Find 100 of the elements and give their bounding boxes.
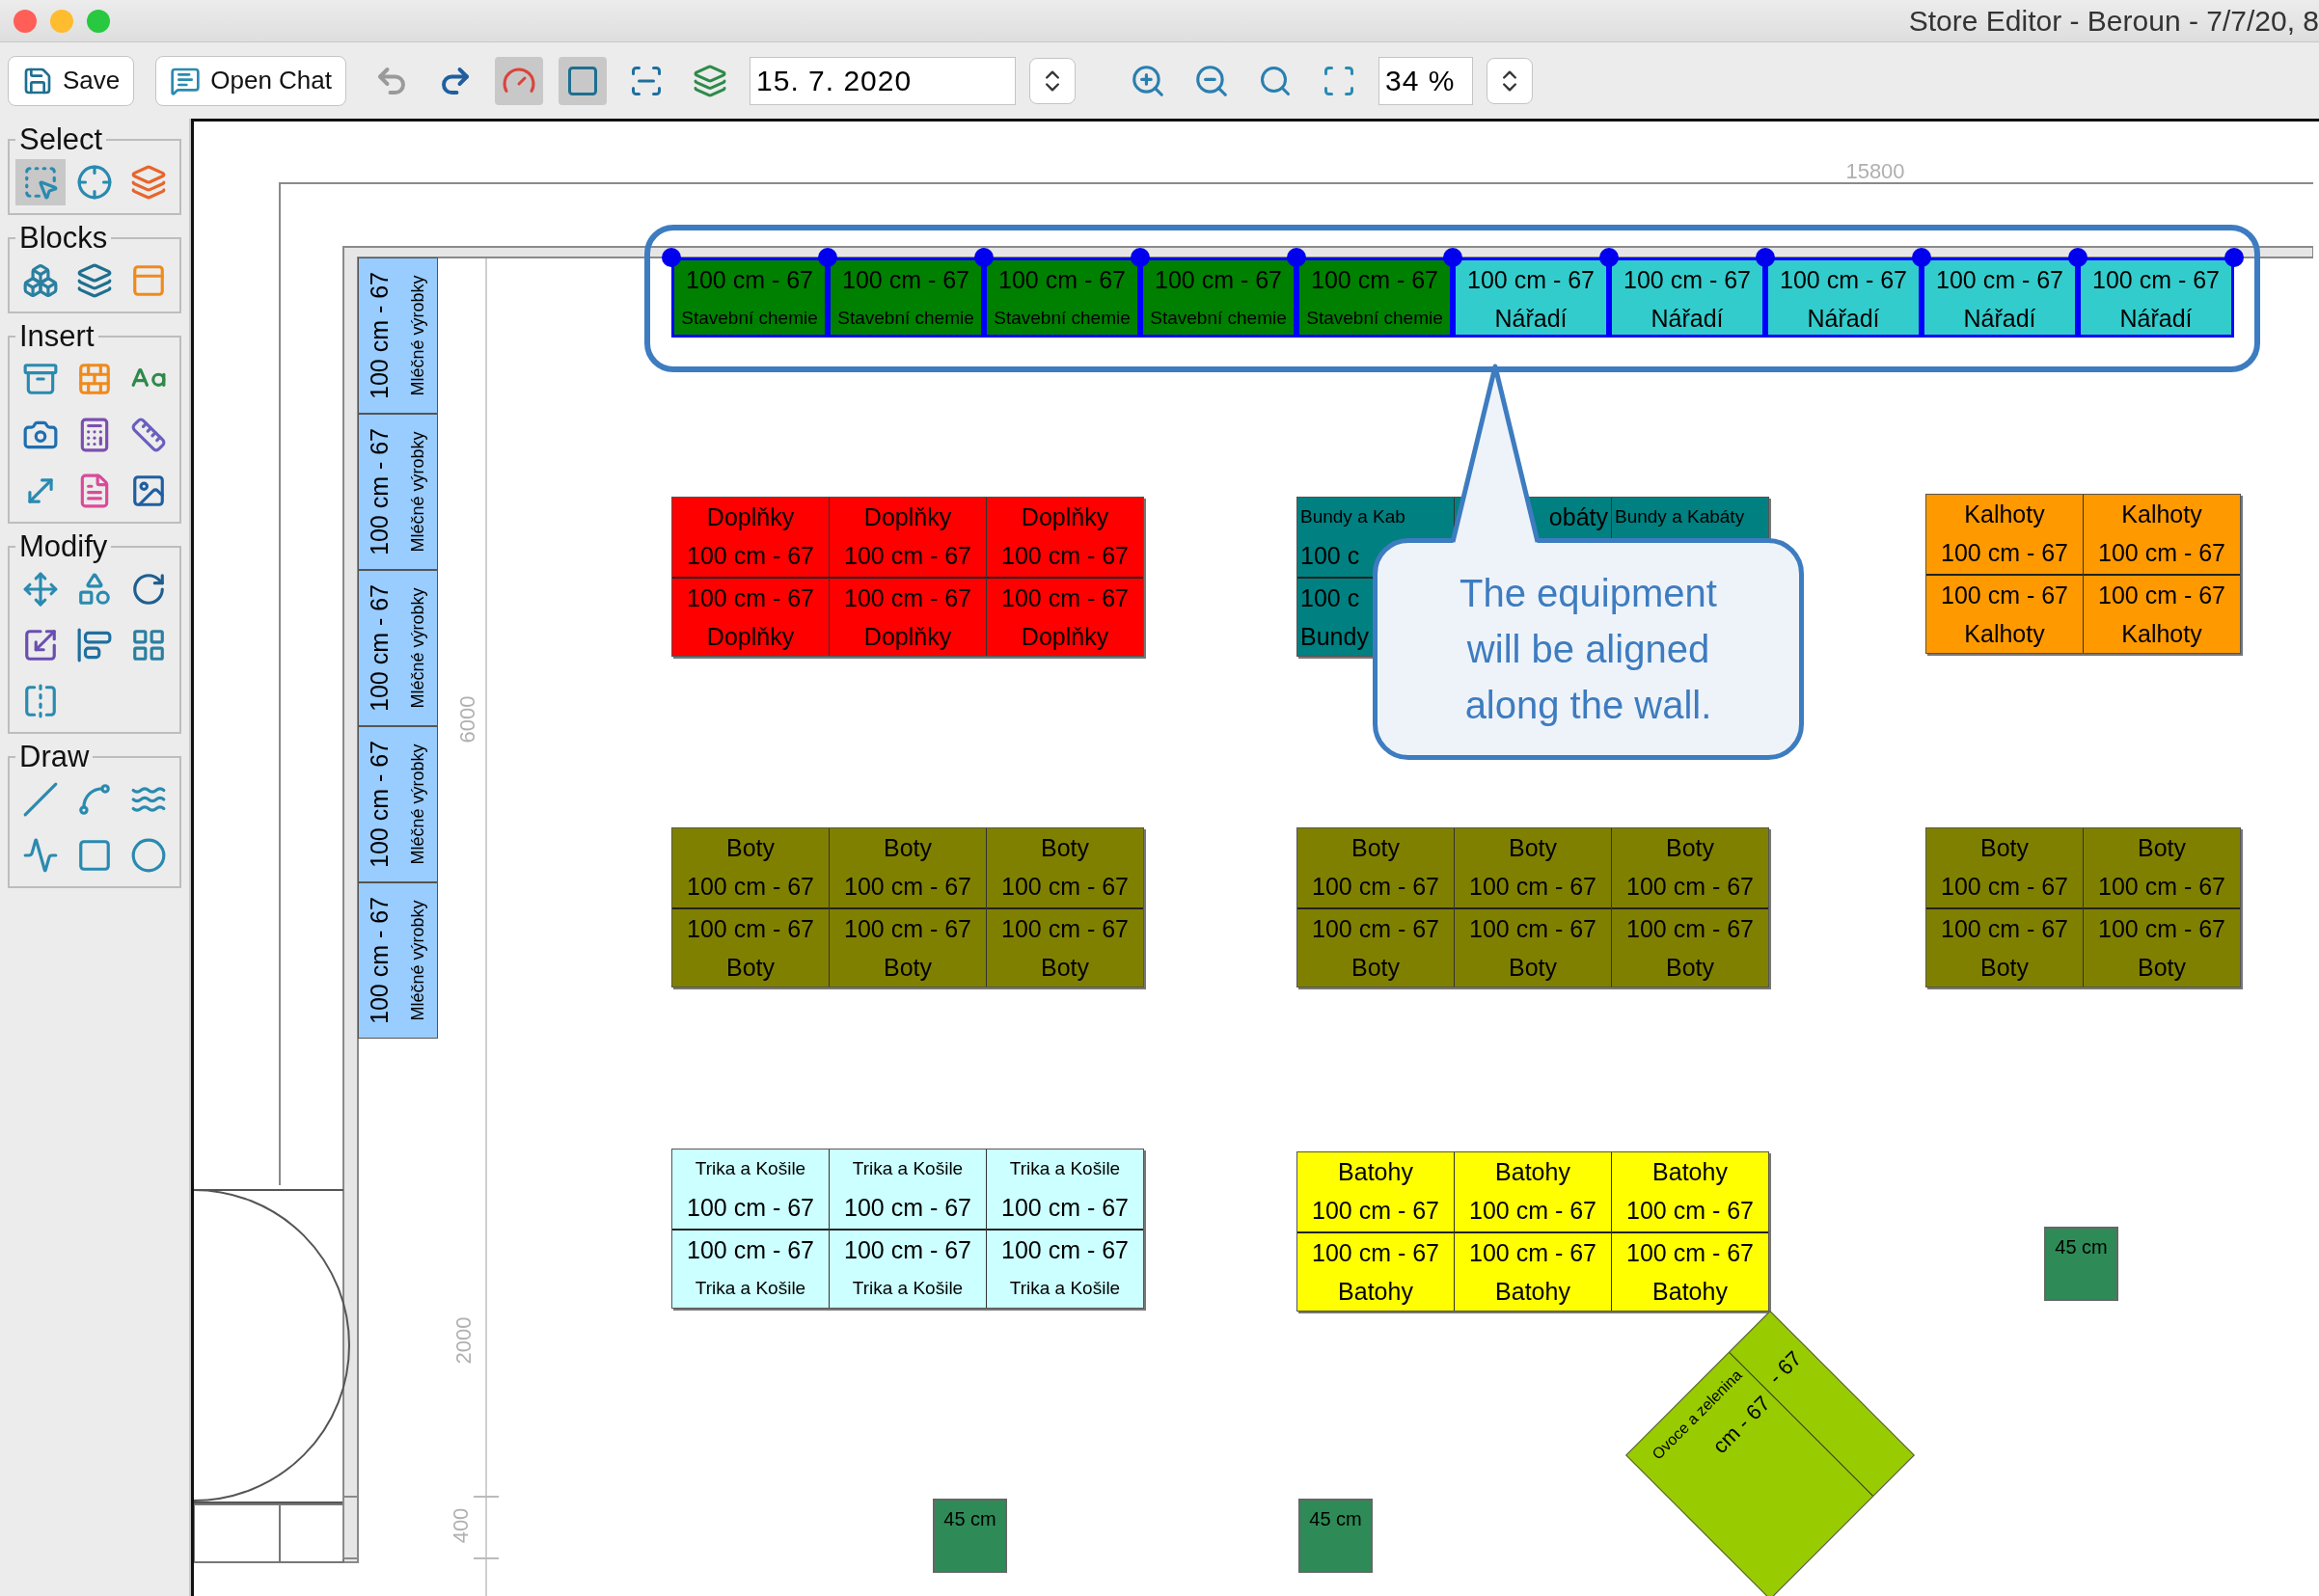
fixture-label: 100 cm - 67	[1940, 581, 2069, 610]
fixture-label: 100 cm - 67	[1000, 914, 1130, 944]
fixture-label: Trika a Košile	[1008, 1277, 1122, 1300]
fixture-label: 100 cm - 67	[1625, 914, 1755, 944]
zoom-spinner[interactable]	[1487, 57, 1533, 104]
fixture-label: Kalhoty	[2120, 500, 2203, 529]
shelf-group[interactable]: Batohy 100 cm - 67 100 cm - 67 Batohy Batohy 100 cm - 67 100 cm - 67 Batohy Batohy 100 cm - 67 100 cm - 67 Batohy	[1296, 1151, 1769, 1312]
shelf-fixture[interactable]: 100 cm - 67 Stavební chemie	[828, 257, 984, 338]
fixture-label: 100 cm - 67	[1779, 265, 1908, 295]
shelf-group[interactable]: Doplňky 100 cm - 67 100 cm - 67 Doplňky Doplňky 100 cm - 67 100 cm - 67 Doplňky Doplňky 100 cm - 67 100 cm - 67 Doplňky	[671, 497, 1144, 657]
fixture-label: 100 cm - 67	[1625, 872, 1755, 902]
shelf-group[interactable]: Kalhoty 100 cm - 67 100 cm - 67 Kalhoty Kalhoty 100 cm - 67 100 cm - 67 Kalhoty	[1925, 494, 2241, 654]
shelf-fixture[interactable]: 100 cm - 67 Stavební chemie	[671, 257, 828, 338]
fixture-label: 100 cm - 67	[1000, 541, 1130, 571]
fixture-label: 100 cm - 67	[843, 1235, 972, 1265]
cabinet-icon	[22, 361, 59, 397]
fixture-label: Trika a Košile	[851, 1157, 965, 1180]
date-spinner[interactable]	[1029, 57, 1076, 104]
shelf-fixture[interactable]: 100 cm - 67 Nářadí	[1609, 257, 1765, 338]
fixture-label: 100 cm - 67	[686, 914, 815, 944]
fixture-label: 100 cm - 67	[1625, 1196, 1755, 1226]
fixture-label: 100 cm - 67	[1310, 265, 1439, 295]
fixture-label: Doplňky	[862, 622, 953, 652]
fixture-label: 100 cm - 67	[1468, 914, 1597, 944]
fixture-label: 100 cm - 67	[843, 914, 972, 944]
fixture-label: 100 cm - 67	[1940, 914, 2069, 944]
date-field[interactable]: 15. 7. 2020	[750, 56, 1016, 105]
fixture-label: 100 cm - 67	[686, 1193, 815, 1223]
open-chat-button[interactable]: Open Chat	[155, 55, 346, 106]
select-cursor-icon	[22, 164, 59, 201]
shelf-fixture[interactable]: 100 cm - 67 Stavební chemie	[1296, 257, 1453, 338]
fixture-label: obáty	[1547, 502, 1609, 532]
fixture-label: 100 cm - 67	[2097, 538, 2226, 568]
shelf-fixture[interactable]: 100 cm - 67 Mléčné výrobky	[358, 414, 438, 570]
shelf-fixture[interactable]: 100 cm - 67 Nářadí	[1922, 257, 2078, 338]
fixture-label: - 67	[1762, 1344, 1808, 1392]
fixture-label: Boty	[1350, 833, 1401, 863]
dimension-label: 6000	[455, 695, 480, 744]
shelf-fixture[interactable]: 100 cm - 67 Nářadí	[1453, 257, 1609, 338]
fixture-label: 100 cm - 67	[1940, 872, 2069, 902]
dimension-label: 400	[449, 1507, 474, 1544]
shelf-group[interactable]: Boty 100 cm - 67 100 cm - 67 Boty Boty 100 cm - 67 100 cm - 67 Boty Boty 100 cm - 67 100 cm - 67 Boty	[671, 827, 1144, 987]
tool-button[interactable]	[15, 159, 66, 205]
fixture-label: Boty	[1979, 953, 2030, 983]
fixture-label: Batohy	[1651, 1277, 1729, 1307]
fixture-label: 100 cm - 67	[364, 740, 394, 870]
fixture-label: 100 cm - 67	[1940, 538, 2069, 568]
fixture-label: Batohy	[1494, 1157, 1571, 1187]
fixture-label: 100 c	[1299, 583, 1361, 613]
shelf-group[interactable]: Trika a Košile 100 cm - 67 100 cm - 67 Trika a Košile Trika a Košile 100 cm - 67 100 cm - 67 Trika a Košile Trika a Košile 100 cm - 67 100 cm - 67 Trika a Košile	[671, 1149, 1144, 1309]
fixture-label: Boty	[1665, 833, 1715, 863]
shelf-group[interactable]: Boty 100 cm - 67 100 cm - 67 Boty Boty 100 cm - 67 100 cm - 67 Boty	[1925, 827, 2241, 987]
shelf-fixture[interactable]: 100 cm - 67 Mléčné výrobky	[358, 882, 438, 1039]
fixture-label: 100 cm - 67	[364, 583, 394, 714]
fixture-label: Trika a Košile	[694, 1277, 807, 1300]
fixture-label: Bundy a Kabáty	[1614, 505, 1746, 528]
zoom-field[interactable]: 34 %	[1378, 56, 1473, 105]
shapes-icon	[76, 571, 113, 608]
fixture-label: Nářadí	[2118, 304, 2194, 334]
fixture-label: 100 cm - 67	[686, 1235, 815, 1265]
fixture-label: Bundy	[1299, 622, 1370, 652]
fixture-label: 100 cm - 67	[686, 583, 815, 613]
dimension-label: 15800	[1845, 159, 1905, 184]
ruler-icon	[130, 417, 167, 453]
fixture-label: 100 cm - 67	[1000, 872, 1130, 902]
fixture-label: Mléčné výrobky	[406, 899, 428, 1023]
fixture-label: 100 cm - 67	[1311, 1196, 1440, 1226]
small-fixture[interactable]: 45 cm	[933, 1499, 1007, 1573]
fixture-label: 100 cm - 67	[1311, 872, 1440, 902]
fixture-label: Bundy a Kab	[1299, 505, 1406, 528]
rectangle-icon	[76, 837, 113, 874]
fixture-label: 45 cm	[2055, 1236, 2108, 1259]
fixture-label: Mléčné výrobky	[406, 274, 428, 398]
fixture-label: 100 cm - 67	[1623, 265, 1752, 295]
shelf-fixture[interactable]: 100 cm - 67 Stavební chemie	[984, 257, 1140, 338]
fixture-label: Doplňky	[1020, 622, 1110, 652]
fixture-label: Mléčné výrobky	[406, 430, 428, 555]
shelf-fixture[interactable]: 100 cm - 67 Nářadí	[2078, 257, 2234, 338]
fixture-label: Boty	[1665, 953, 1715, 983]
fixture-label: 100 c	[1299, 541, 1361, 571]
shelf-fixture[interactable]: 100 cm - 67 Mléčné výrobky	[358, 257, 438, 414]
shelf-group[interactable]: Boty 100 cm - 67 100 cm - 67 Boty Boty 100 cm - 67 100 cm - 67 Boty Boty 100 cm - 67 100 cm - 67 Boty	[1296, 827, 1769, 987]
fixture-label: Boty	[1508, 833, 1558, 863]
image-icon	[130, 473, 167, 509]
fixture-label: 100 cm - 67	[2097, 581, 2226, 610]
scale-icon	[22, 627, 59, 663]
small-fixture[interactable]: 45 cm	[2044, 1227, 2118, 1301]
fixture-label: 100 cm - 67	[2097, 872, 2226, 902]
fixture-label: Stavební chemie	[993, 307, 1132, 330]
shelf-fixture[interactable]: 100 cm - 67 Nářadí	[1765, 257, 1922, 338]
layers-icon	[130, 164, 167, 201]
close-button[interactable]	[14, 9, 37, 33]
shelf-fixture[interactable]: 100 cm - 67 Mléčné výrobky	[358, 726, 438, 882]
small-fixture[interactable]: 45 cm	[1298, 1499, 1373, 1573]
shelf-fixture[interactable]: 100 cm - 67 Mléčné výrobky	[358, 570, 438, 726]
shelf-fixture[interactable]: 100 cm - 67 Stavební chemie	[1140, 257, 1296, 338]
toolbar-button[interactable]	[559, 56, 607, 105]
fixture-label: Kalhoty	[2120, 619, 2203, 649]
toolbar-button[interactable]	[495, 56, 543, 105]
save-button[interactable]: Save	[8, 55, 135, 106]
